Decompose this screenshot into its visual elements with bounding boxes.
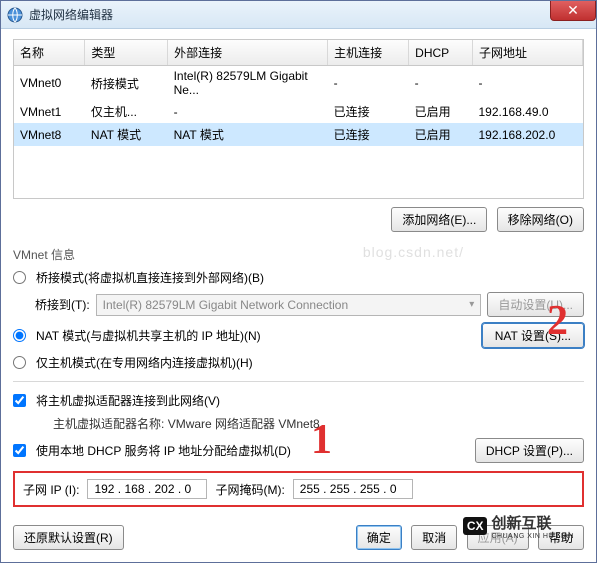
restore-defaults-button[interactable]: 还原默认设置(R) bbox=[13, 525, 124, 550]
hostonly-radio[interactable] bbox=[13, 356, 26, 369]
bridge-radio[interactable] bbox=[13, 271, 26, 284]
dhcp-setting-button[interactable]: DHCP 设置(P)... bbox=[475, 438, 584, 463]
bridge-label: 桥接模式(将虚拟机直接连接到外部网络)(B) bbox=[36, 269, 264, 286]
subnet-ip-input[interactable]: 192 . 168 . 202 . 0 bbox=[87, 479, 207, 499]
adapter-name-value: VMware 网络适配器 VMnet8 bbox=[168, 417, 320, 431]
nat-setting-button[interactable]: NAT 设置(S)... bbox=[482, 323, 584, 348]
add-network-button[interactable]: 添加网络(E)... bbox=[391, 207, 487, 232]
separator bbox=[13, 381, 584, 382]
use-dhcp-checkbox[interactable] bbox=[13, 444, 26, 457]
subnet-mask-label: 子网掩码(M): bbox=[215, 481, 284, 498]
watermark: blog.csdn.net/ bbox=[363, 244, 464, 260]
nat-radio[interactable] bbox=[13, 329, 26, 342]
col-host[interactable]: 主机连接 bbox=[328, 40, 409, 66]
globe-icon bbox=[7, 7, 23, 23]
close-button[interactable]: ✕ bbox=[550, 1, 596, 21]
vmnet-info-label: VMnet 信息 blog.csdn.net/ bbox=[13, 246, 584, 263]
table-row[interactable]: VMnet0 桥接模式 Intel(R) 82579LM Gigabit Ne.… bbox=[14, 66, 583, 101]
network-table[interactable]: 名称 类型 外部连接 主机连接 DHCP 子网地址 VMnet0 桥接模式 In… bbox=[13, 39, 584, 199]
col-name[interactable]: 名称 bbox=[14, 40, 85, 66]
adapter-name-label: 主机虚拟适配器名称: bbox=[53, 417, 164, 431]
bridge-to-label: 桥接到(T): bbox=[35, 296, 90, 313]
connect-host-label: 将主机虚拟适配器连接到此网络(V) bbox=[36, 392, 220, 409]
use-dhcp-label: 使用本地 DHCP 服务将 IP 地址分配给虚拟机(D) bbox=[36, 442, 291, 459]
table-row[interactable]: VMnet8 NAT 模式 NAT 模式 已连接 已启用 192.168.202… bbox=[14, 123, 583, 146]
chevron-down-icon: ▾ bbox=[469, 299, 474, 310]
nat-label: NAT 模式(与虚拟机共享主机的 IP 地址)(N) bbox=[36, 327, 261, 344]
subnet-mask-input[interactable]: 255 . 255 . 255 . 0 bbox=[293, 479, 413, 499]
hostonly-label: 仅主机模式(在专用网络内连接虚拟机)(H) bbox=[36, 354, 253, 371]
connect-host-checkbox[interactable] bbox=[13, 394, 26, 407]
table-row[interactable]: VMnet1 仅主机... - 已连接 已启用 192.168.49.0 bbox=[14, 100, 583, 123]
brand-logo: CX 创新互联 CHUANG XIN HU LIAN bbox=[463, 512, 574, 540]
titlebar: 虚拟网络编辑器 ✕ bbox=[1, 1, 596, 29]
auto-setting-button[interactable]: 自动设置(U)... bbox=[487, 292, 584, 317]
bridge-combo[interactable]: Intel(R) 82579LM Gigabit Network Connect… bbox=[96, 294, 482, 316]
ok-button[interactable]: 确定 bbox=[356, 525, 402, 550]
subnet-row: 子网 IP (I): 192 . 168 . 202 . 0 子网掩码(M): … bbox=[13, 471, 584, 507]
cancel-button[interactable]: 取消 bbox=[411, 525, 457, 550]
col-subnet[interactable]: 子网地址 bbox=[473, 40, 583, 66]
remove-network-button[interactable]: 移除网络(O) bbox=[497, 207, 584, 232]
col-ext[interactable]: 外部连接 bbox=[168, 40, 328, 66]
col-dhcp[interactable]: DHCP bbox=[409, 40, 473, 66]
subnet-ip-label: 子网 IP (I): bbox=[23, 481, 79, 498]
window-title: 虚拟网络编辑器 bbox=[29, 6, 113, 23]
col-type[interactable]: 类型 bbox=[85, 40, 168, 66]
